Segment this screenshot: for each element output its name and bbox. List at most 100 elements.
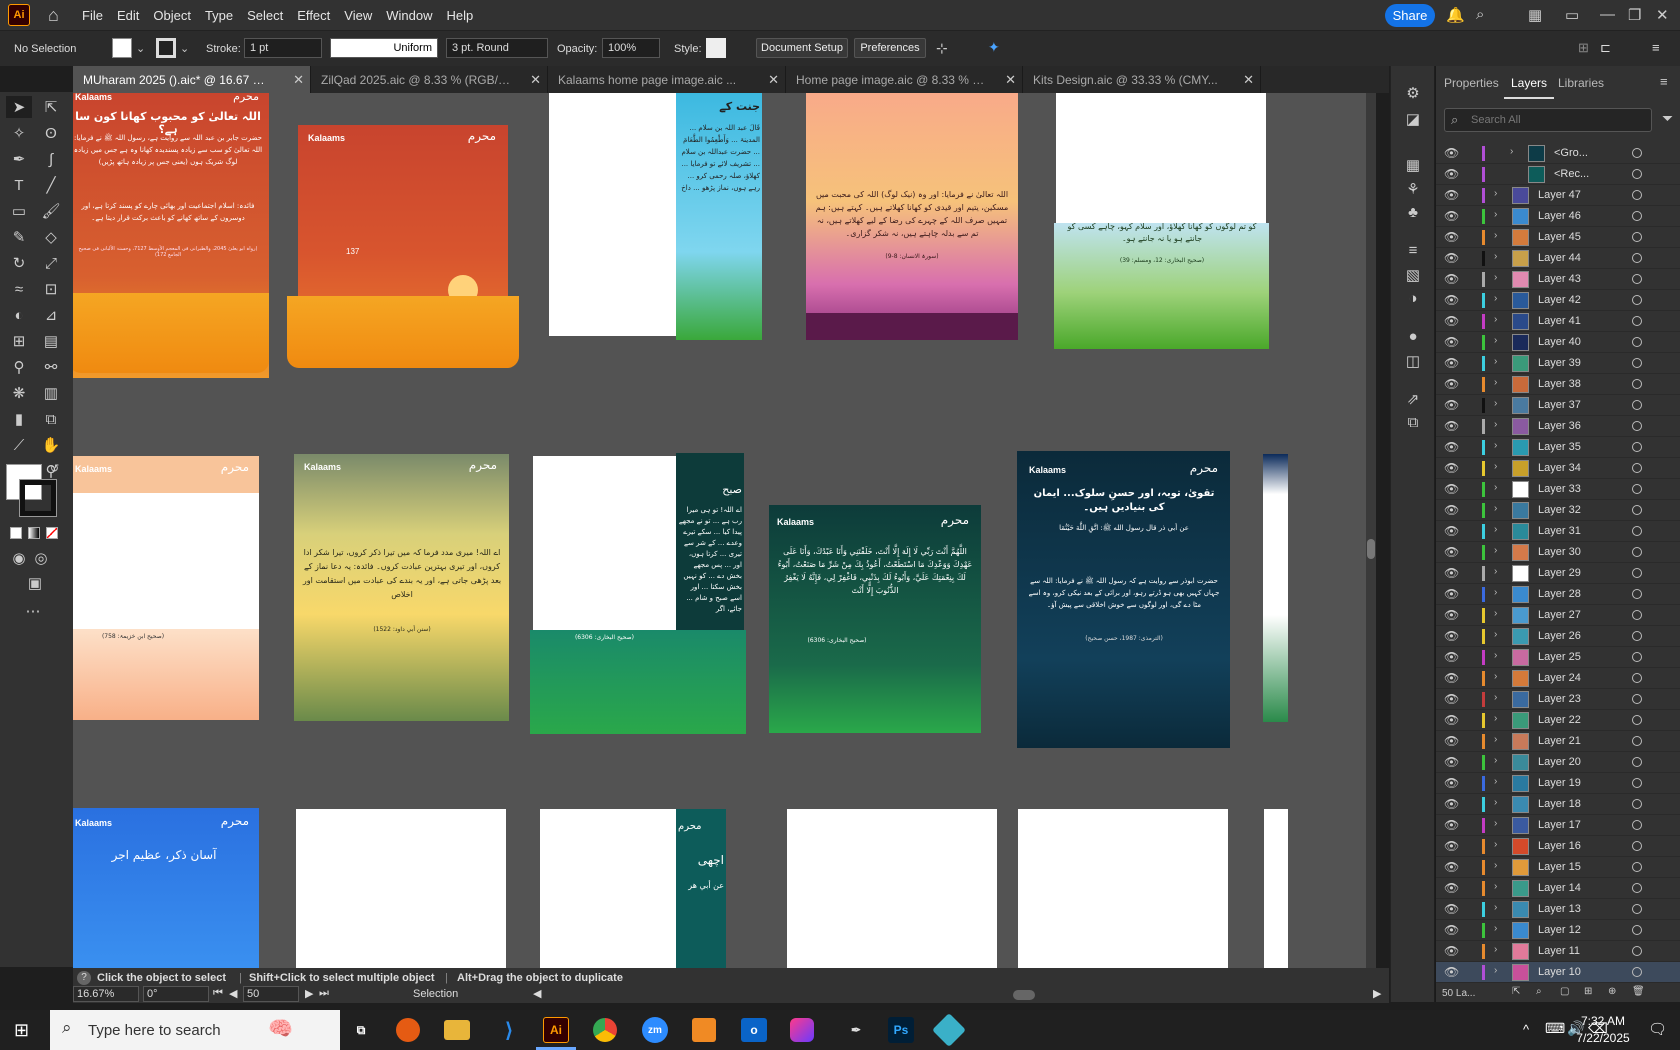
none-mode-icon[interactable] xyxy=(46,527,58,539)
recolor-icon[interactable]: ✦ xyxy=(988,39,1000,56)
horizontal-scroll-thumb[interactable] xyxy=(1013,990,1035,1000)
target-circle-icon[interactable] xyxy=(1632,211,1642,221)
layer-row[interactable]: 👁 › Layer 33 xyxy=(1436,479,1680,500)
selection-tool-icon[interactable]: ➤ xyxy=(6,96,32,118)
delete-layer-icon[interactable]: 🗑 xyxy=(1632,986,1645,997)
artboard-number-field[interactable]: 50 xyxy=(243,986,299,1002)
layer-row[interactable]: 👁 › Layer 23 xyxy=(1436,689,1680,710)
expand-chevron-icon[interactable]: › xyxy=(1494,251,1497,262)
layer-row[interactable]: 👁 › Layer 34 xyxy=(1436,458,1680,479)
visibility-eye-icon[interactable]: 👁 xyxy=(1444,776,1459,790)
screen-mode-icon[interactable]: ▣ xyxy=(22,572,48,594)
target-circle-icon[interactable] xyxy=(1632,736,1642,746)
help-icon[interactable]: ? xyxy=(77,971,91,985)
type-tool-icon[interactable]: T xyxy=(6,174,32,196)
layer-row[interactable]: 👁 › Layer 32 xyxy=(1436,500,1680,521)
target-circle-icon[interactable] xyxy=(1632,148,1642,158)
layer-name[interactable]: Layer 31 xyxy=(1538,525,1581,537)
layer-name[interactable]: Layer 34 xyxy=(1538,462,1581,474)
opacity-field[interactable]: 100% xyxy=(602,38,660,58)
layer-name[interactable]: Layer 14 xyxy=(1538,882,1581,894)
visibility-eye-icon[interactable]: 👁 xyxy=(1444,692,1459,706)
tab-kalaams-home[interactable]: Kalaams home page image.aic ... ✕ xyxy=(548,66,786,93)
target-circle-icon[interactable] xyxy=(1632,505,1642,515)
document-setup-button[interactable]: Document Setup xyxy=(756,38,848,58)
new-layer-icon[interactable]: ⊕ xyxy=(1608,986,1616,997)
column-graph-icon[interactable]: ▮ xyxy=(6,408,32,430)
layer-row[interactable]: 👁 › Layer 24 xyxy=(1436,668,1680,689)
layer-name[interactable]: Layer 27 xyxy=(1538,609,1581,621)
color-icon[interactable]: ● xyxy=(1403,328,1423,346)
layer-row[interactable]: 👁 › Layer 47 xyxy=(1436,185,1680,206)
layer-name[interactable]: Layer 17 xyxy=(1538,819,1581,831)
layer-row[interactable]: 👁 › Layer 10 xyxy=(1436,962,1680,983)
pen-app-icon[interactable]: ✒ xyxy=(841,1016,871,1044)
visibility-eye-icon[interactable]: 👁 xyxy=(1444,461,1459,475)
layer-row[interactable]: 👁 › Layer 39 xyxy=(1436,353,1680,374)
layer-row[interactable]: 👁 › Layer 41 xyxy=(1436,311,1680,332)
target-circle-icon[interactable] xyxy=(1632,715,1642,725)
expand-chevron-icon[interactable]: › xyxy=(1510,146,1513,157)
artboard-16-blank[interactable] xyxy=(1018,809,1228,968)
layer-row[interactable]: 👁 › Layer 16 xyxy=(1436,836,1680,857)
mesh-tool-icon[interactable]: ⊞ xyxy=(6,330,32,352)
visibility-eye-icon[interactable]: 👁 xyxy=(1444,209,1459,223)
layer-name[interactable]: Layer 11 xyxy=(1538,945,1580,957)
target-circle-icon[interactable] xyxy=(1632,400,1642,410)
expand-chevron-icon[interactable]: › xyxy=(1494,923,1497,934)
layer-row[interactable]: 👁 › Layer 29 xyxy=(1436,563,1680,584)
expand-chevron-icon[interactable]: › xyxy=(1494,692,1497,703)
close-icon[interactable]: ✕ xyxy=(530,72,541,88)
artboard-10[interactable]: Kalaams محرم تقویٰ، توبہ، اور حسنِ سلوک.… xyxy=(1017,451,1230,748)
clock-time[interactable]: 7:32 AM xyxy=(1573,1014,1633,1028)
artboard-11-partial[interactable] xyxy=(1263,454,1288,722)
menu-file[interactable]: File xyxy=(82,8,103,23)
pen-tool-icon[interactable]: ✒ xyxy=(6,148,32,170)
visibility-eye-icon[interactable]: 👁 xyxy=(1444,629,1459,643)
menu-type[interactable]: Type xyxy=(205,8,233,23)
artboard-8-text[interactable]: صبح اے اللہ! تو ہی میرا رب ہے ... تو نے … xyxy=(676,453,744,633)
new-sublayer-icon[interactable]: ⊞ xyxy=(1584,986,1592,997)
visibility-eye-icon[interactable]: 👁 xyxy=(1444,524,1459,538)
visibility-eye-icon[interactable]: 👁 xyxy=(1444,923,1459,937)
export-icon[interactable]: ⇗ xyxy=(1403,390,1423,408)
layer-name[interactable]: Layer 28 xyxy=(1538,588,1581,600)
expand-chevron-icon[interactable]: › xyxy=(1494,356,1497,367)
curvature-icon[interactable]: ∫ xyxy=(38,148,64,170)
stroke-swatch[interactable] xyxy=(156,38,176,58)
visibility-eye-icon[interactable]: 👁 xyxy=(1444,167,1459,181)
line-tool-icon[interactable]: ╱ xyxy=(38,174,64,196)
locate-object-icon[interactable]: ⌕ xyxy=(1536,986,1542,997)
target-circle-icon[interactable] xyxy=(1632,904,1642,914)
expand-chevron-icon[interactable]: › xyxy=(1494,335,1497,346)
target-circle-icon[interactable] xyxy=(1632,883,1642,893)
layer-name[interactable]: Layer 10 xyxy=(1538,966,1581,978)
chevron-down-icon[interactable]: ⌄ xyxy=(136,42,145,55)
color-guide-icon[interactable]: ◫ xyxy=(1403,352,1423,370)
artboards-icon[interactable]: ⧉ xyxy=(1403,414,1423,432)
expand-chevron-icon[interactable]: › xyxy=(1494,545,1497,556)
layer-name[interactable]: Layer 33 xyxy=(1538,483,1581,495)
layer-name[interactable]: Layer 19 xyxy=(1538,777,1581,789)
layer-name[interactable]: Layer 16 xyxy=(1538,840,1581,852)
visibility-eye-icon[interactable]: 👁 xyxy=(1444,398,1459,412)
notifications-icon[interactable]: 🗨 xyxy=(1648,1020,1667,1038)
layer-row[interactable]: 👁 › Layer 13 xyxy=(1436,899,1680,920)
width-tool-icon[interactable]: ≈ xyxy=(6,278,32,300)
layer-name[interactable]: <Rec... xyxy=(1554,168,1589,180)
chrome-icon[interactable] xyxy=(593,1018,617,1042)
swap-icon[interactable]: ↺ xyxy=(50,462,59,475)
rotation-field[interactable]: 0° xyxy=(143,986,209,1002)
target-circle-icon[interactable] xyxy=(1632,673,1642,683)
layer-name[interactable]: Layer 44 xyxy=(1538,252,1581,264)
artboard-15-blank[interactable] xyxy=(787,809,997,968)
color-mode-icon[interactable] xyxy=(10,527,22,539)
expand-chevron-icon[interactable]: › xyxy=(1494,839,1497,850)
arrange-icon[interactable]: ▭ xyxy=(1565,6,1579,24)
visibility-eye-icon[interactable]: 👁 xyxy=(1444,944,1459,958)
close-icon[interactable]: ✕ xyxy=(293,72,304,88)
firefox-icon[interactable] xyxy=(396,1018,420,1042)
graph-tool-icon[interactable]: ▥ xyxy=(38,382,64,404)
transparency-icon[interactable]: ◑ xyxy=(1403,290,1423,308)
target-circle-icon[interactable] xyxy=(1632,442,1642,452)
